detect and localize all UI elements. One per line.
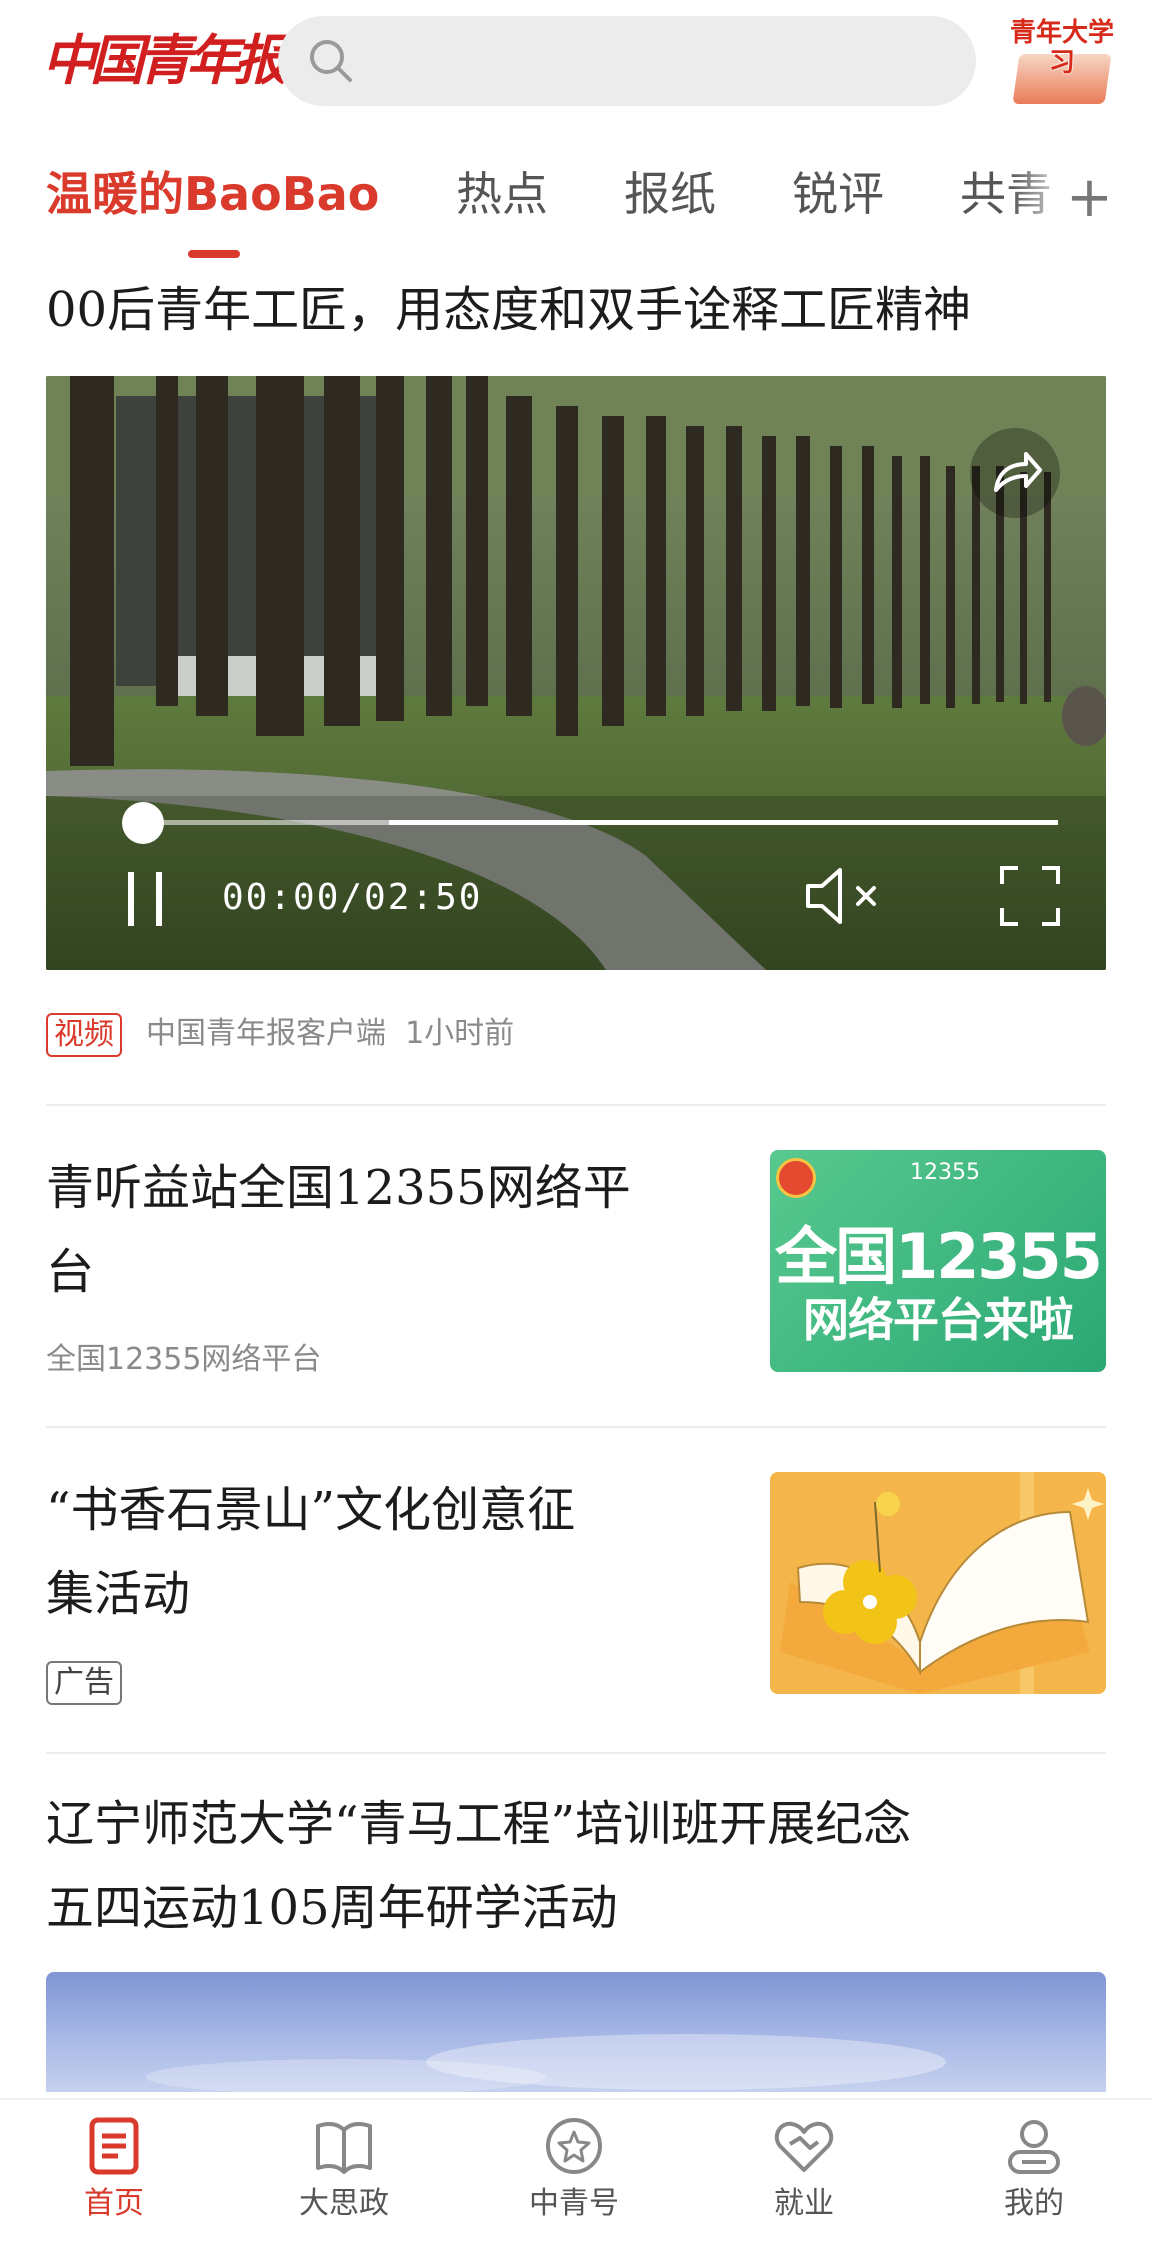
article-title[interactable]: “书香石景山”文化创意征 集活动 — [46, 1468, 746, 1636]
app-logo[interactable]: 中国青年报 — [42, 14, 288, 106]
article-title[interactable]: 辽宁师范大学“青马工程”培训班开展纪念 五四运动105周年研学活动 — [46, 1782, 911, 1950]
article-photo[interactable] — [46, 1972, 1106, 2092]
ad-tag: 广告 — [46, 1660, 122, 1705]
divider — [46, 1752, 1106, 1754]
article-meta: 广告 — [46, 1658, 146, 1706]
user-icon — [1008, 2120, 1060, 2174]
article-title[interactable]: 00后青年工匠，用态度和双手诠释工匠精神 — [46, 268, 971, 352]
source-name: 全国12355网络平台 — [46, 1342, 322, 1377]
tab-warm-baobao[interactable]: 温暖的BaoBao — [46, 164, 379, 224]
video-player[interactable]: 00:00/02:50 — [46, 376, 1106, 970]
share-arrow-icon — [994, 452, 1042, 492]
channel-tabs: 温暖的BaoBao 热点 报纸 锐评 共青 + — [0, 150, 1152, 260]
youth-study-button[interactable]: 青年大学习 — [1010, 14, 1114, 106]
open-book-icon — [316, 2121, 372, 2174]
nav-profile[interactable]: 我的 — [964, 2114, 1104, 2244]
video-tag: 视频 — [46, 1012, 122, 1057]
tab-hot[interactable]: 热点 — [456, 164, 548, 224]
video-frame-forest — [46, 376, 1106, 970]
tab-newspaper[interactable]: 报纸 — [624, 164, 716, 224]
fullscreen-button[interactable] — [994, 860, 1066, 932]
article-thumbnail[interactable]: 12355 全国12355 网络平台来啦 — [770, 1150, 1106, 1372]
app-header: 中国青年报 青年大学习 — [0, 0, 1152, 125]
nav-employment[interactable]: 就业 — [734, 2114, 874, 2244]
publish-time: 1小时前 — [405, 1016, 515, 1051]
video-buffer-bar — [389, 820, 1058, 825]
divider — [46, 1426, 1106, 1428]
video-seek-handle[interactable] — [122, 802, 164, 844]
fullscreen-icon — [1000, 866, 1060, 926]
sky-clouds-image — [146, 2034, 946, 2092]
search-icon — [310, 40, 352, 82]
pause-button[interactable] — [112, 864, 178, 930]
divider — [46, 1104, 1106, 1106]
add-channel-button[interactable]: + — [1066, 168, 1113, 228]
share-button[interactable] — [970, 428, 1060, 518]
open-book-flower-illustration — [770, 1472, 1106, 1694]
heart-handshake-icon — [774, 2121, 834, 2172]
speaker-muted-icon — [806, 868, 876, 924]
source-name: 中国青年报客户端 — [146, 1016, 386, 1051]
bottom-navigation: 首页 大思政 中青号 就业 我的 — [0, 2098, 1152, 2249]
ad-thumbnail[interactable] — [770, 1472, 1106, 1694]
study-badge-label: 青年大学习 — [1010, 18, 1115, 78]
article-meta: 视频 中国青年报客户端 1小时前 — [46, 1010, 514, 1058]
active-tab-indicator — [188, 250, 240, 258]
star-badge-icon — [546, 2118, 602, 2174]
tab-commentary[interactable]: 锐评 — [792, 164, 884, 224]
video-time: 00:00/02:50 — [222, 877, 483, 918]
article-title[interactable]: 青听益站全国12355网络平 台 — [46, 1146, 746, 1314]
home-doc-icon — [89, 2117, 139, 2175]
pause-icon — [128, 872, 134, 926]
nav-youth-account[interactable]: 中青号 — [504, 2114, 644, 2244]
mute-button[interactable] — [802, 860, 892, 932]
nav-ideology[interactable]: 大思政 — [274, 2114, 414, 2244]
emblem-icon — [776, 1158, 816, 1198]
search-bar[interactable] — [278, 16, 976, 106]
nav-home[interactable]: 首页 — [44, 2114, 184, 2244]
